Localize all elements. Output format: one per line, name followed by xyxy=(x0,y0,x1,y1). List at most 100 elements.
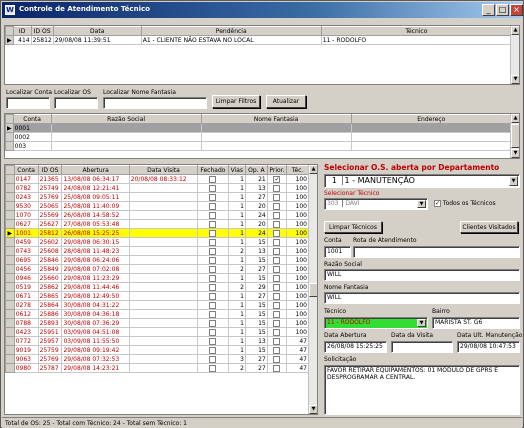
col-endereco[interactable]: Endereço xyxy=(350,114,513,124)
checkbox-icon[interactable] xyxy=(209,193,217,201)
table-row[interactable]: 0671 25865 29/08/08 12:49:50 1 27 100 xyxy=(5,291,309,301)
checkbox-icon[interactable] xyxy=(209,346,217,354)
checkbox-icon[interactable] xyxy=(273,220,281,228)
table-row[interactable]: 0243 25769 25/08/08 09:05:11 1 27 100 xyxy=(5,192,309,202)
checkbox-icon[interactable] xyxy=(209,202,217,210)
checkbox-icon[interactable] xyxy=(273,256,281,264)
dropdown-arrow-icon[interactable]: ▼ xyxy=(509,176,518,186)
table-row[interactable]: 0788 25893 30/08/08 07:36:29 1 15 100 xyxy=(5,318,309,328)
col-tecnico[interactable]: Técnico xyxy=(320,26,513,36)
razao-field[interactable]: WILL xyxy=(324,269,520,281)
col-vias[interactable]: Vias xyxy=(227,165,246,175)
col-prior[interactable]: Prior. xyxy=(266,165,288,175)
checkbox-icon[interactable] xyxy=(209,265,217,273)
table-row[interactable]: 1070 25569 26/08/08 14:58:52 1 24 100 xyxy=(5,210,309,220)
col-data-visita[interactable]: Data Visita xyxy=(128,165,199,175)
dropdown-arrow-icon[interactable]: ▼ xyxy=(417,319,426,327)
clientes-visitados-button[interactable]: Clientes Visitados xyxy=(460,221,518,233)
scroll-up-icon[interactable]: ▲ xyxy=(309,165,317,174)
checkbox-icon[interactable]: ✓ xyxy=(434,200,441,207)
client-grid-scrollbar[interactable]: ▲ ▼ xyxy=(510,114,519,158)
col-id-os[interactable]: ID OS xyxy=(30,26,54,36)
col-conta[interactable]: Conta xyxy=(13,165,39,175)
scroll-down-icon[interactable]: ▼ xyxy=(511,149,519,158)
table-row[interactable]: 0946 25660 29/08/08 11:23:29 1 15 100 xyxy=(5,273,309,283)
os-grid[interactable]: Conta ID OS Abertura Data Visita Fechado… xyxy=(4,164,318,415)
table-row[interactable]: 0627 25627 27/08/08 05:53:48 1 20 100 xyxy=(5,219,309,229)
checkbox-icon[interactable] xyxy=(209,247,217,255)
department-select[interactable]: 1 1 - MANUTENÇÃO ▼ xyxy=(324,174,520,188)
close-button[interactable]: × xyxy=(510,4,523,16)
scroll-up-icon[interactable]: ▲ xyxy=(511,114,519,123)
visita-field[interactable] xyxy=(391,341,453,353)
table-row[interactable]: 0743 25608 28/08/08 11:48:23 2 13 100 xyxy=(5,246,309,256)
ult-manut-field[interactable]: 29/08/08 10:47:53 xyxy=(457,341,520,353)
col-id[interactable]: ID xyxy=(12,26,32,36)
abertura-field[interactable]: 26/08/08 15:25:25 xyxy=(324,341,387,353)
table-row[interactable]: 0695 25846 29/08/08 06:24:06 1 15 100 xyxy=(5,255,309,265)
table-row[interactable]: ▶ 1001 25812 26/08/08 15:25:25 1 24 100 xyxy=(5,228,309,238)
checkbox-icon[interactable] xyxy=(273,319,281,327)
checkbox-icon[interactable]: ✓ xyxy=(273,175,281,183)
checkbox-icon[interactable] xyxy=(273,301,281,309)
limpar-tecnicos-button[interactable]: Limpar Técnicos xyxy=(324,221,382,233)
table-row[interactable]: 003 xyxy=(5,141,513,151)
col-conta[interactable]: Conta xyxy=(12,114,52,124)
table-row[interactable]: ▶ 414 25812 29/08/08 11:39:51 A1 - CLIEN… xyxy=(5,35,513,45)
table-row[interactable]: 0456 25849 29/08/08 07:02:08 2 27 100 xyxy=(5,264,309,274)
todos-tecnicos-checkbox[interactable]: ✓ Todos os Técnicos xyxy=(434,200,496,207)
checkbox-icon[interactable] xyxy=(209,355,217,363)
pending-grid-scrollbar[interactable]: ▲ ▼ xyxy=(510,26,519,84)
checkbox-icon[interactable] xyxy=(273,310,281,318)
conta-field[interactable]: 1001 xyxy=(324,246,351,258)
filter-conta-input[interactable] xyxy=(6,97,50,109)
checkbox-icon[interactable] xyxy=(273,328,281,336)
col-data[interactable]: Data xyxy=(52,26,142,36)
col-abertura[interactable]: Abertura xyxy=(61,165,130,175)
checkbox-icon[interactable] xyxy=(209,301,217,309)
checkbox-icon[interactable] xyxy=(209,238,217,246)
table-row[interactable]: 9063 25769 29/08/08 07:32:53 3 27 47 xyxy=(5,354,309,364)
table-row[interactable]: 0519 25862 29/08/08 11:44:46 2 29 100 xyxy=(5,282,309,292)
scroll-up-icon[interactable]: ▲ xyxy=(511,26,519,35)
table-row[interactable]: 0772 25957 03/09/08 11:55:50 1 13 47 xyxy=(5,336,309,346)
checkbox-icon[interactable] xyxy=(273,229,281,237)
rota-field[interactable] xyxy=(353,246,520,258)
checkbox-icon[interactable] xyxy=(273,211,281,219)
checkbox-icon[interactable] xyxy=(273,247,281,255)
checkbox-icon[interactable] xyxy=(209,256,217,264)
checkbox-icon[interactable] xyxy=(209,211,217,219)
checkbox-icon[interactable] xyxy=(273,355,281,363)
client-grid[interactable]: Conta Razão Social Nome Fantasia Endereç… xyxy=(4,113,520,159)
checkbox-icon[interactable] xyxy=(273,265,281,273)
table-row[interactable]: 0423 25951 03/09/08 04:51:08 1 15 100 xyxy=(5,327,309,337)
col-tec[interactable]: Téc. xyxy=(286,165,309,175)
checkbox-icon[interactable] xyxy=(209,319,217,327)
table-row[interactable]: 9530 25065 25/08/08 11:40:09 1 20 100 xyxy=(5,201,309,211)
tecnico-field[interactable]: 11 - RODOLFO ▼ xyxy=(324,317,428,329)
tecnico-select[interactable]: 303 DAVI ▼ xyxy=(324,198,428,210)
table-row[interactable]: 0782 25749 24/08/08 12:21:41 1 13 100 xyxy=(5,183,309,193)
checkbox-icon[interactable] xyxy=(273,274,281,282)
table-row[interactable]: 0147 21365 13/08/08 06:34:17 20/08/08 08:33… xyxy=(5,174,309,184)
table-row[interactable]: 0459 25602 29/08/08 06:30:15 1 15 100 xyxy=(5,237,309,247)
table-row[interactable]: ▶ 0001 xyxy=(5,123,513,133)
col-pendencia[interactable]: Pendência xyxy=(140,26,322,36)
filter-nome-input[interactable] xyxy=(103,97,207,109)
dropdown-arrow-icon[interactable]: ▼ xyxy=(417,200,426,208)
col-id-os[interactable]: ID OS xyxy=(37,165,63,175)
checkbox-icon[interactable] xyxy=(209,292,217,300)
col-fechado[interactable]: Fechado xyxy=(197,165,229,175)
checkbox-icon[interactable] xyxy=(209,220,217,228)
pending-grid[interactable]: ID ID OS Data Pendência Técnico ▶ 414 25… xyxy=(4,25,520,85)
maximize-button[interactable]: □ xyxy=(496,4,509,16)
col-nome[interactable]: Nome Fantasia xyxy=(200,114,352,124)
limpar-filtros-button[interactable]: Limpar Filtros xyxy=(212,95,260,108)
checkbox-icon[interactable] xyxy=(209,328,217,336)
checkbox-icon[interactable] xyxy=(273,283,281,291)
minimize-button[interactable]: _ xyxy=(482,4,495,16)
table-row[interactable]: 9019 25759 29/08/08 09:19:42 1 15 47 xyxy=(5,345,309,355)
col-op-a[interactable]: Op. A xyxy=(244,165,268,175)
checkbox-icon[interactable] xyxy=(209,184,217,192)
table-row[interactable]: 0980 25787 29/08/08 14:23:21 2 27 47 xyxy=(5,363,309,373)
